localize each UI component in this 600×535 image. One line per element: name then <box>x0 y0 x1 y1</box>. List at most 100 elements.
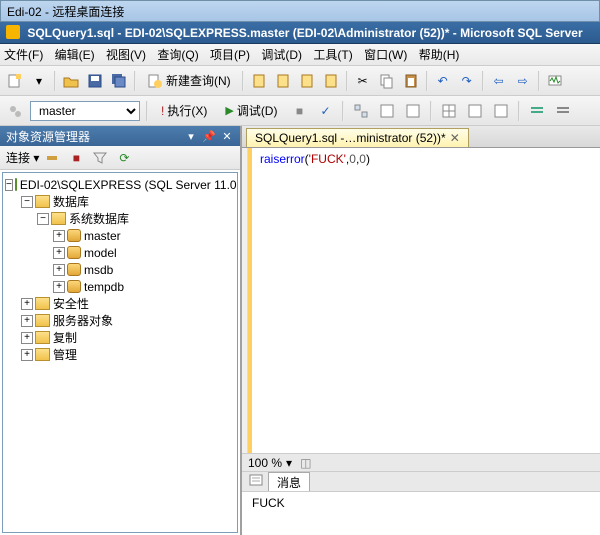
tree-system-databases-node[interactable]: −系统数据库 <box>5 210 235 227</box>
ssms-window-title: SQLQuery1.sql - EDI-02\SQLEXPRESS.master… <box>0 22 600 44</box>
analysis-query-button[interactable] <box>272 70 294 92</box>
menu-tools[interactable]: 工具(T) <box>313 48 352 62</box>
menu-help[interactable]: 帮助(H) <box>419 48 460 62</box>
execute-button[interactable]: !执行(X) <box>154 100 214 122</box>
debug-button[interactable]: ▶调试(D) <box>218 100 284 122</box>
include-plan-button[interactable] <box>376 100 398 122</box>
editor-tab-active[interactable]: SQLQuery1.sql -…ministrator (52))*✕ <box>246 128 469 147</box>
results-tabstrip: 消息 <box>242 471 600 491</box>
main-area: 对象资源管理器 ▾ 📌 ✕ 连接 ▾ ■ ⟳ −EDI-02\SQLEXPRES… <box>0 126 600 535</box>
mdx-query-button[interactable] <box>296 70 318 92</box>
nav-fwd-button[interactable]: ⇨ <box>512 70 534 92</box>
db-engine-query-button[interactable] <box>248 70 270 92</box>
stop-button[interactable]: ■ <box>288 100 310 122</box>
menu-query[interactable]: 查询(Q) <box>157 48 198 62</box>
cut-button[interactable]: ✂ <box>352 70 374 92</box>
code-content[interactable]: raiserror('FUCK',0,0) <box>252 148 378 453</box>
panel-dropdown-icon[interactable]: ▾ <box>184 129 198 143</box>
paste-button[interactable] <box>400 70 422 92</box>
ssms-logo-icon <box>6 25 20 39</box>
tree-db-master[interactable]: +master <box>5 227 235 244</box>
menu-window[interactable]: 窗口(W) <box>364 48 407 62</box>
tree-databases-node[interactable]: −数据库 <box>5 193 235 210</box>
panel-pin-icon[interactable]: 📌 <box>202 129 216 143</box>
stop-conn-button[interactable]: ■ <box>65 147 87 169</box>
folder-icon <box>35 348 50 361</box>
separator <box>430 101 432 121</box>
xmla-query-button[interactable] <box>320 70 342 92</box>
refresh-button[interactable]: ⟳ <box>113 147 135 169</box>
ssms-title-text: SQLQuery1.sql - EDI-02\SQLEXPRESS.master… <box>27 26 582 40</box>
database-select[interactable]: master <box>30 101 140 121</box>
messages-tab[interactable]: 消息 <box>268 472 310 492</box>
tree-replication-node[interactable]: +复制 <box>5 329 235 346</box>
connect-button[interactable]: 连接 ▾ <box>6 149 39 166</box>
save-button[interactable] <box>84 70 106 92</box>
rdp-title-text: Edi-02 - 远程桌面连接 <box>7 5 124 19</box>
results-file-button[interactable] <box>490 100 512 122</box>
separator <box>482 71 484 91</box>
database-icon <box>67 229 81 242</box>
tree-server-objects-node[interactable]: +服务器对象 <box>5 312 235 329</box>
save-all-button[interactable] <box>108 70 130 92</box>
sql-editor[interactable]: raiserror('FUCK',0,0) <box>242 148 600 453</box>
menu-file[interactable]: 文件(F) <box>4 48 43 62</box>
menu-debug[interactable]: 调试(D) <box>261 48 302 62</box>
connect-toolbar: 连接 ▾ ■ ⟳ <box>0 146 240 170</box>
zoom-value[interactable]: 100 % <box>248 456 282 470</box>
filter-button[interactable] <box>89 147 111 169</box>
separator <box>346 71 348 91</box>
open-folder-button[interactable] <box>60 70 82 92</box>
parse-button[interactable]: ✓ <box>314 100 336 122</box>
menu-view[interactable]: 视图(V) <box>106 48 146 62</box>
redo-button[interactable]: ↷ <box>456 70 478 92</box>
toolbar-main: ▾ 新建查询(N) ✂ ↶ ↷ ⇦ ⇨ <box>0 66 600 96</box>
menu-project[interactable]: 项目(P) <box>210 48 250 62</box>
database-icon <box>67 280 81 293</box>
tree-db-msdb[interactable]: +msdb <box>5 261 235 278</box>
folder-icon <box>51 212 66 225</box>
activity-monitor-button[interactable] <box>544 70 566 92</box>
database-icon <box>67 263 81 276</box>
tree-db-tempdb[interactable]: +tempdb <box>5 278 235 295</box>
tree-server-node[interactable]: −EDI-02\SQLEXPRESS (SQL Server 11.0. <box>5 176 235 193</box>
results-text-button[interactable] <box>464 100 486 122</box>
folder-icon <box>35 297 50 310</box>
message-icon <box>248 472 264 491</box>
separator <box>242 71 244 91</box>
display-plan-button[interactable] <box>350 100 372 122</box>
new-project-button[interactable] <box>4 70 26 92</box>
rdp-window-title: Edi-02 - 远程桌面连接 <box>0 0 600 22</box>
results-grid-button[interactable] <box>438 100 460 122</box>
zoom-bar: 100 % ▾ ◫ <box>242 453 600 471</box>
editor-area: SQLQuery1.sql -…ministrator (52))*✕ rais… <box>242 126 600 535</box>
panel-close-icon[interactable]: ✕ <box>220 129 234 143</box>
nav-back-button[interactable]: ⇦ <box>488 70 510 92</box>
object-explorer-title: 对象资源管理器 <box>6 128 90 145</box>
separator <box>54 71 56 91</box>
comment-button[interactable] <box>526 100 548 122</box>
new-query-button[interactable]: 新建查询(N) <box>140 70 238 92</box>
new-dropdown[interactable]: ▾ <box>28 70 50 92</box>
separator <box>342 101 344 121</box>
tree-security-node[interactable]: +安全性 <box>5 295 235 312</box>
separator <box>426 71 428 91</box>
separator <box>134 71 136 91</box>
object-explorer-header: 对象资源管理器 ▾ 📌 ✕ <box>0 126 240 146</box>
undo-button[interactable]: ↶ <box>432 70 454 92</box>
tree-management-node[interactable]: +管理 <box>5 346 235 363</box>
folder-icon <box>35 195 50 208</box>
tree-db-model[interactable]: +model <box>5 244 235 261</box>
object-tree[interactable]: −EDI-02\SQLEXPRESS (SQL Server 11.0. −数据… <box>2 172 238 533</box>
change-connection-button[interactable] <box>4 100 26 122</box>
disconnect-button[interactable] <box>41 147 63 169</box>
query-options-button[interactable] <box>402 100 424 122</box>
uncomment-button[interactable] <box>552 100 574 122</box>
messages-pane[interactable]: FUCK <box>242 491 600 535</box>
zoom-dropdown-icon[interactable]: ▾ <box>286 456 292 470</box>
separator <box>518 101 520 121</box>
splitter-icon[interactable]: ◫ <box>300 456 311 470</box>
copy-button[interactable] <box>376 70 398 92</box>
tab-close-icon[interactable]: ✕ <box>450 131 460 145</box>
menu-edit[interactable]: 编辑(E) <box>55 48 95 62</box>
